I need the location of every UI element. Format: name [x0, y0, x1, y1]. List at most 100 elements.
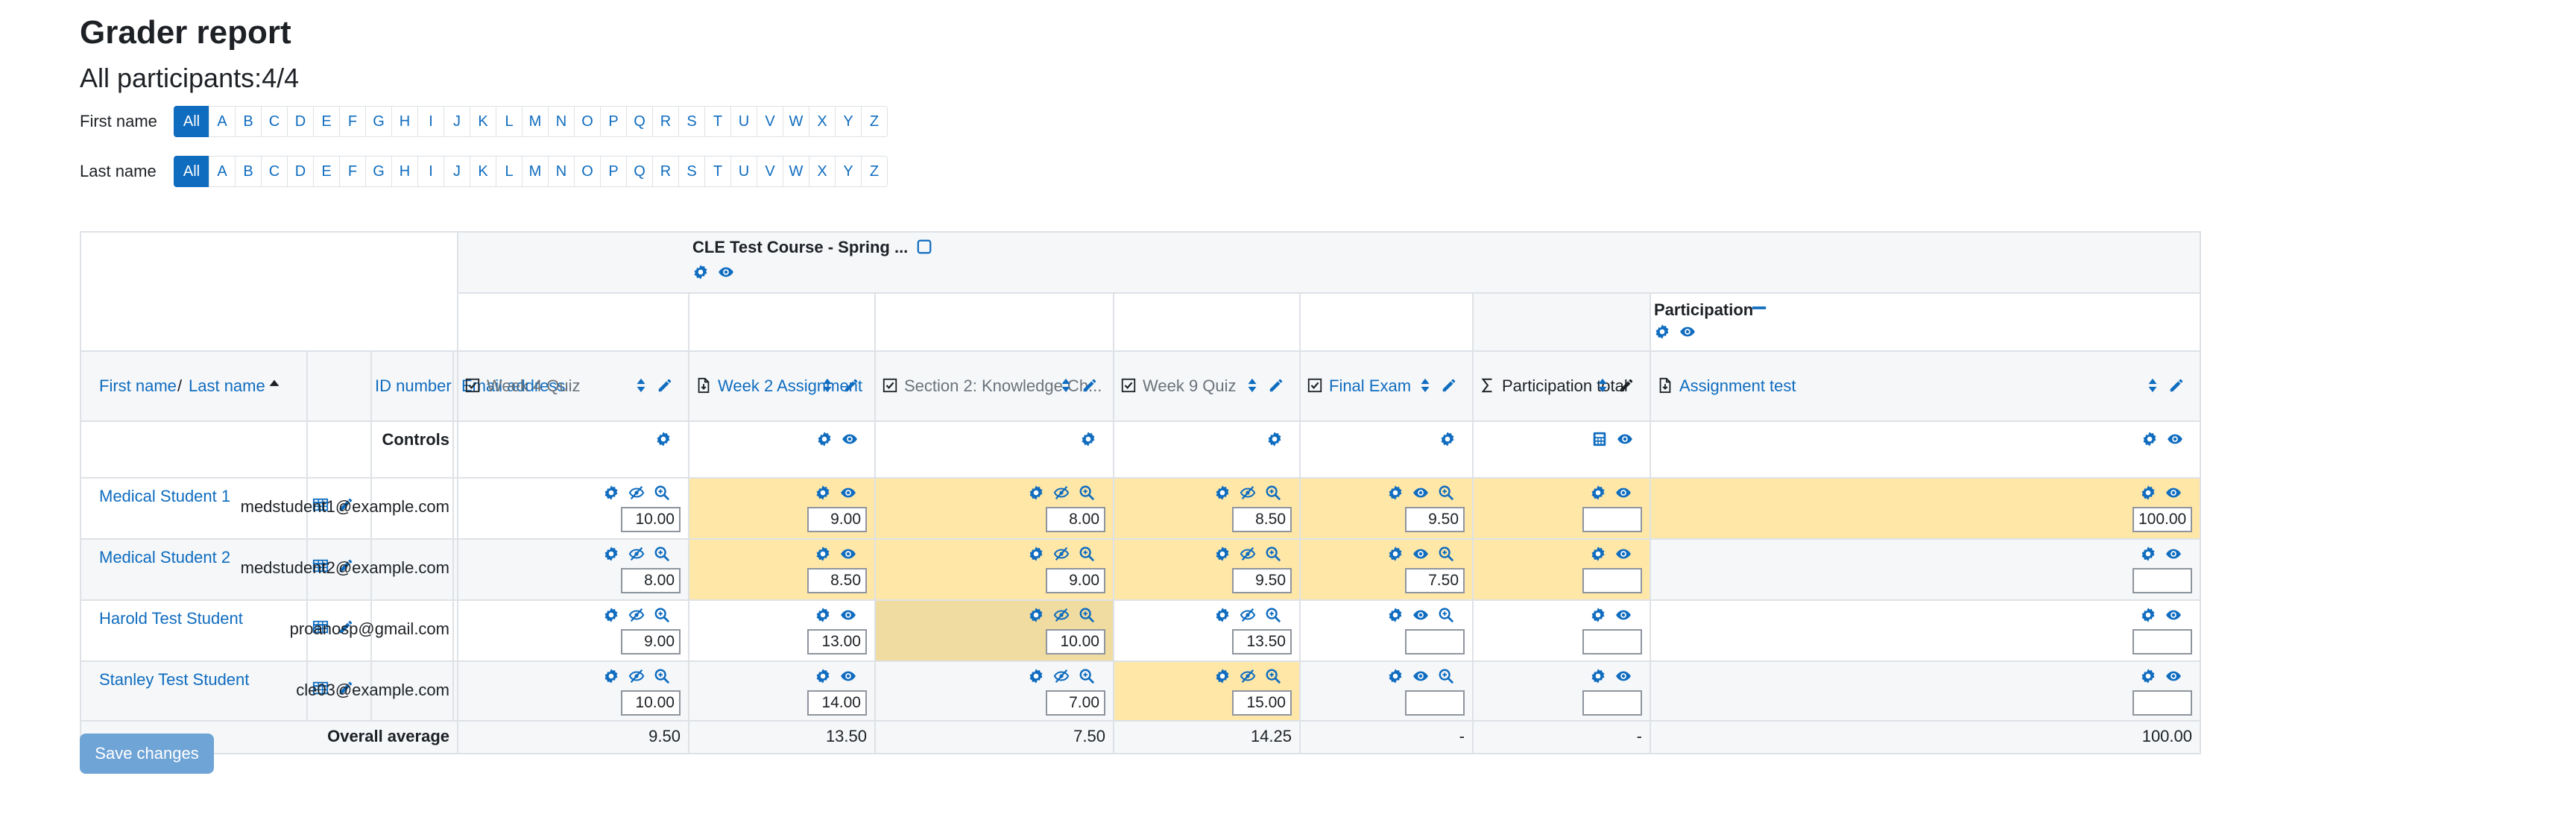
first-name-letter-all[interactable]: All	[174, 106, 209, 137]
zoom-icon[interactable]	[1079, 607, 1095, 623]
gear-icon[interactable]	[815, 607, 831, 623]
gear-icon[interactable]	[2140, 546, 2156, 562]
eye-icon[interactable]	[1615, 546, 1632, 562]
gear-icon[interactable]	[1590, 546, 1606, 562]
last-name-letter-h[interactable]: H	[391, 156, 418, 187]
eye-slash-icon[interactable]	[1053, 607, 1070, 623]
collapse-icon[interactable]	[1751, 300, 1767, 316]
calculator-icon[interactable]	[1591, 431, 1608, 447]
zoom-icon[interactable]	[1265, 607, 1281, 623]
eye-slash-icon[interactable]	[628, 546, 645, 562]
last-name-letter-u[interactable]: U	[730, 156, 757, 187]
eye-slash-icon[interactable]	[1053, 668, 1070, 684]
zoom-icon[interactable]	[1079, 546, 1095, 562]
last-name-letter-t[interactable]: T	[704, 156, 731, 187]
grade-input[interactable]	[2133, 568, 2192, 593]
last-name-letter-g[interactable]: G	[365, 156, 392, 187]
zoom-icon[interactable]	[1438, 607, 1454, 623]
grade-input[interactable]	[621, 507, 681, 532]
zoom-icon[interactable]	[1079, 668, 1095, 684]
gear-icon[interactable]	[692, 264, 709, 280]
pencil-icon[interactable]	[1082, 377, 1098, 394]
gear-icon[interactable]	[1387, 546, 1404, 562]
grade-input[interactable]	[1582, 568, 1642, 593]
grade-input[interactable]	[2133, 629, 2192, 654]
sort-icon[interactable]	[1058, 377, 1074, 394]
sort-icon[interactable]	[1594, 377, 1611, 394]
first-name-letter-h[interactable]: H	[391, 106, 418, 137]
pencil-icon[interactable]	[843, 377, 859, 394]
grade-input[interactable]	[1046, 507, 1105, 532]
first-name-letter-c[interactable]: C	[261, 106, 288, 137]
pencil-dark-icon[interactable]	[1618, 377, 1635, 394]
eye-icon[interactable]	[1412, 485, 1429, 501]
student-name-link[interactable]: Medical Student 1	[99, 486, 230, 507]
sort-icon[interactable]	[633, 377, 649, 394]
grade-input[interactable]	[621, 690, 681, 716]
eye-icon[interactable]	[2165, 668, 2182, 684]
first-name-letter-s[interactable]: S	[678, 106, 705, 137]
first-name-letter-g[interactable]: G	[365, 106, 392, 137]
gear-icon[interactable]	[1590, 485, 1606, 501]
pencil-icon[interactable]	[1268, 377, 1284, 394]
last-name-letter-c[interactable]: C	[261, 156, 288, 187]
grade-input[interactable]	[807, 629, 867, 654]
gear-icon[interactable]	[816, 431, 833, 447]
pencil-icon[interactable]	[1441, 377, 1457, 394]
gear-icon[interactable]	[1387, 668, 1404, 684]
last-name-letter-i[interactable]: I	[417, 156, 444, 187]
gear-icon[interactable]	[1387, 485, 1404, 501]
grade-input[interactable]	[1232, 568, 1292, 593]
zoom-icon[interactable]	[1265, 485, 1281, 501]
last-name-letter-v[interactable]: V	[757, 156, 783, 187]
pencil-icon[interactable]	[657, 377, 673, 394]
eye-slash-icon[interactable]	[1053, 485, 1070, 501]
first-name-letter-i[interactable]: I	[417, 106, 444, 137]
first-name-letter-n[interactable]: N	[548, 106, 575, 137]
grade-input[interactable]	[1046, 629, 1105, 654]
gear-icon[interactable]	[1214, 607, 1231, 623]
zoom-icon[interactable]	[1438, 546, 1454, 562]
zoom-icon[interactable]	[1438, 485, 1454, 501]
first-name-letter-t[interactable]: T	[704, 106, 731, 137]
gear-icon[interactable]	[603, 607, 619, 623]
last-name-letter-a[interactable]: A	[209, 156, 236, 187]
eye-icon[interactable]	[1412, 546, 1429, 562]
first-name-letter-r[interactable]: R	[652, 106, 679, 137]
grade-input[interactable]	[2133, 690, 2192, 716]
sort-icon[interactable]	[819, 377, 836, 394]
last-name-letter-z[interactable]: Z	[861, 156, 888, 187]
first-name-letter-f[interactable]: F	[339, 106, 366, 137]
grade-input[interactable]	[807, 568, 867, 593]
first-name-letter-k[interactable]: K	[470, 106, 496, 137]
expand-icon[interactable]	[916, 239, 932, 255]
save-changes-button[interactable]: Save changes	[80, 734, 214, 774]
zoom-icon[interactable]	[654, 668, 670, 684]
gear-icon[interactable]	[815, 485, 831, 501]
eye-slash-icon[interactable]	[628, 485, 645, 501]
grade-input[interactable]	[1405, 690, 1465, 716]
grade-input[interactable]	[1582, 690, 1642, 716]
eye-slash-icon[interactable]	[1240, 668, 1256, 684]
grade-item-header-2[interactable]: Week 2 Assignment	[718, 376, 862, 397]
grade-input[interactable]	[1405, 629, 1465, 654]
grade-input[interactable]	[1405, 507, 1465, 532]
gear-icon[interactable]	[1266, 431, 1283, 447]
last-name-letter-m[interactable]: M	[522, 156, 549, 187]
gear-icon[interactable]	[2140, 485, 2156, 501]
last-name-letter-k[interactable]: K	[470, 156, 496, 187]
grade-item-header-1[interactable]: Week 4 Quiz	[487, 376, 581, 397]
eye-slash-icon[interactable]	[1053, 546, 1070, 562]
eye-icon[interactable]	[1615, 607, 1632, 623]
eye-slash-icon[interactable]	[1240, 485, 1256, 501]
eye-icon[interactable]	[718, 264, 734, 280]
eye-icon[interactable]	[1617, 431, 1633, 447]
zoom-icon[interactable]	[654, 607, 670, 623]
eye-icon[interactable]	[2165, 485, 2182, 501]
gear-icon[interactable]	[2140, 607, 2156, 623]
eye-icon[interactable]	[840, 668, 856, 684]
last-name-letter-s[interactable]: S	[678, 156, 705, 187]
eye-icon[interactable]	[840, 546, 856, 562]
last-name-letter-j[interactable]: J	[443, 156, 470, 187]
first-name-letter-b[interactable]: B	[235, 106, 262, 137]
